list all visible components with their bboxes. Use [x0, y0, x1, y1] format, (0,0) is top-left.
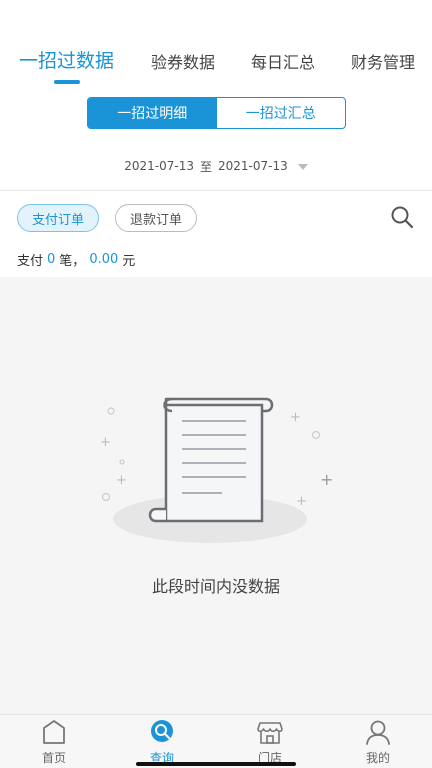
empty-scroll-icon: + + + + +	[100, 397, 333, 543]
pay-orders-chip[interactable]: 支付订单	[17, 204, 100, 232]
segment-detail-button[interactable]: 一招过明细	[88, 98, 217, 128]
home-icon	[43, 720, 65, 744]
empty-message: 此段时间内没数据	[151, 577, 280, 596]
svg-text:+: +	[296, 494, 307, 509]
segment-summary-button[interactable]: 一招过汇总	[217, 98, 346, 128]
svg-text:+: +	[290, 410, 301, 425]
refund-orders-chip[interactable]: 退款订单	[115, 204, 198, 232]
profile-icon	[366, 720, 390, 745]
summary-count-unit: 笔，	[59, 253, 86, 269]
segment-control: 一招过明细 一招过汇总	[87, 97, 346, 129]
tab-daily-summary[interactable]: 每日汇总	[251, 49, 315, 73]
empty-state: + + + + + 此段时间内没数据	[0, 277, 432, 714]
summary-amount-unit: 元	[122, 253, 136, 269]
svg-text:+: +	[100, 435, 111, 450]
nav-home-label: 首页	[41, 751, 66, 765]
top-tab-bar: 一招过数据 验券数据 每日汇总 财务管理	[0, 36, 432, 90]
date-range-picker[interactable]: 2021-07-13 至 2021-07-13	[0, 142, 432, 190]
bottom-nav: 首页 查询 门店 我的	[0, 714, 432, 768]
chevron-down-icon	[297, 164, 308, 170]
svg-text:+: +	[116, 473, 127, 488]
segment-container: 一招过明细 一招过汇总	[0, 90, 432, 142]
nav-query[interactable]: 查询	[108, 715, 216, 768]
bluetooth-icon: ✱	[293, 16, 303, 29]
nav-store[interactable]: 门店	[216, 715, 324, 768]
summary-count: 0	[47, 251, 56, 267]
filter-row: 支付订单 退款订单	[0, 191, 432, 241]
signal-icon: ▂▄▆	[354, 16, 380, 29]
alarm-icon: ◷	[308, 16, 318, 29]
date-start: 2021-07-13	[124, 159, 194, 173]
network-label: 4G+	[323, 16, 349, 29]
status-icons: ✱ ◷ 4G+ ▂▄▆ 66	[293, 16, 412, 29]
tab-indicator	[54, 80, 80, 84]
nav-home[interactable]: 首页	[0, 715, 108, 768]
tab-yizhaoguo-data[interactable]: 一招过数据	[19, 46, 114, 73]
status-time: 上午10:23	[74, 18, 143, 34]
summary-row: 支付 0 笔， 0.00 元	[0, 241, 432, 277]
battery-icon: 66	[386, 16, 412, 29]
tab-finance[interactable]: 财务管理	[351, 49, 415, 73]
date-end: 2021-07-13	[218, 159, 288, 173]
tab-voucher-data[interactable]: 验券数据	[151, 49, 215, 73]
query-icon	[151, 720, 173, 742]
nav-profile[interactable]: 我的	[324, 715, 432, 768]
summary-prefix: 支付	[17, 253, 44, 269]
summary-amount: 0.00	[89, 251, 119, 267]
nav-profile-label: 我的	[365, 751, 390, 765]
home-indicator	[136, 762, 296, 766]
status-bar: 上午10:23 ✱ ◷ 4G+ ▂▄▆ 66	[0, 0, 432, 36]
store-icon	[257, 722, 283, 744]
search-icon[interactable]	[390, 205, 414, 229]
svg-text:+: +	[320, 470, 333, 489]
date-separator: 至	[199, 159, 212, 174]
